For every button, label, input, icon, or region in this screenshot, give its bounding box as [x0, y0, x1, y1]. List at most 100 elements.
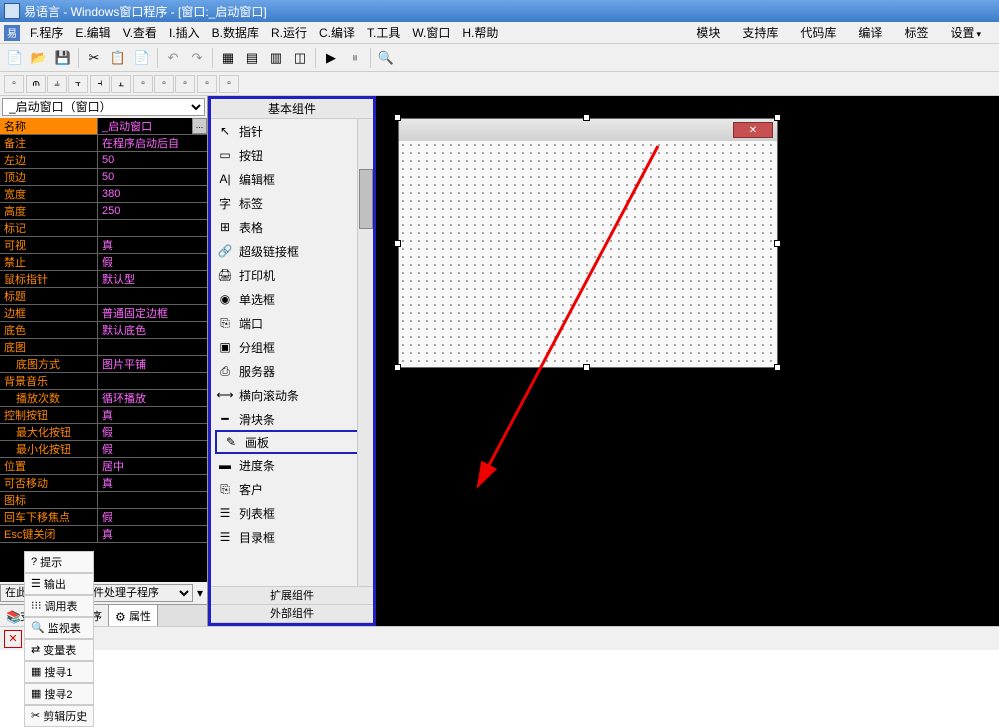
menu-right-item[interactable]: 编译 [852, 22, 888, 43]
selection-handle[interactable] [774, 364, 781, 371]
property-more-button[interactable]: ... [192, 118, 207, 134]
object-selector[interactable]: _启动窗口（窗口） [2, 98, 205, 116]
property-value[interactable] [98, 373, 207, 389]
menu-right-item[interactable]: 代码库 [794, 22, 842, 43]
menu-right-item[interactable]: 支持库 [736, 22, 784, 43]
component-item[interactable]: ▬进度条 [211, 453, 373, 477]
component-list[interactable]: ↖指针▭按钮A|编辑框字标签⊞表格🔗超级链接框🖨打印机◉单选框⎘端口▣分组框⎙服… [211, 119, 373, 586]
component-item[interactable]: ▭按钮 [211, 143, 373, 167]
property-row[interactable]: 标记 [0, 220, 207, 237]
property-value[interactable] [98, 220, 207, 236]
bottom-tab[interactable]: ✂剪辑历史 [24, 705, 94, 727]
property-value[interactable]: 真 [98, 407, 207, 423]
pause-button[interactable]: ⏸ [344, 47, 366, 69]
layout1-button[interactable]: ▦ [217, 47, 239, 69]
property-row[interactable]: 左边50 [0, 152, 207, 169]
layout3-button[interactable]: ▥ [265, 47, 287, 69]
property-value[interactable]: 50 [98, 169, 207, 185]
property-row[interactable]: 控制按钮真 [0, 407, 207, 424]
property-value[interactable]: 380 [98, 186, 207, 202]
component-item[interactable]: 字标签 [211, 191, 373, 215]
property-value[interactable]: 假 [98, 441, 207, 457]
component-item[interactable]: ◉单选框 [211, 287, 373, 311]
bottom-tab[interactable]: ☰输出 [24, 573, 94, 595]
menu-item[interactable]: E.编辑 [69, 24, 116, 42]
bottom-tab[interactable]: ▦搜寻1 [24, 661, 94, 683]
property-value[interactable] [98, 339, 207, 355]
property-row[interactable]: 图标 [0, 492, 207, 509]
component-item[interactable]: ▣分组框 [211, 335, 373, 359]
find-button[interactable]: 🔍 [375, 47, 397, 69]
property-row[interactable]: 位置居中 [0, 458, 207, 475]
component-item[interactable]: ✎画板 [215, 430, 369, 454]
selection-handle[interactable] [394, 240, 401, 247]
property-value[interactable]: 居中 [98, 458, 207, 474]
align8-button[interactable]: ▫ [154, 75, 174, 93]
undo-button[interactable]: ↶ [162, 47, 184, 69]
property-row[interactable]: 名称_启动窗口... [0, 118, 207, 135]
property-row[interactable]: 标题 [0, 288, 207, 305]
design-canvas[interactable]: ✕ [380, 100, 999, 626]
property-value[interactable]: 默认型 [98, 271, 207, 287]
property-row[interactable]: 边框普通固定边框 [0, 305, 207, 322]
left-tab[interactable]: ⚙属性 [109, 605, 158, 626]
new-button[interactable]: 📄 [4, 47, 26, 69]
save-button[interactable]: 💾 [52, 47, 74, 69]
menu-item[interactable]: F.程序 [24, 24, 69, 42]
align11-button[interactable]: ▫ [219, 75, 239, 93]
component-item[interactable]: ☰目录框 [211, 525, 373, 549]
property-value[interactable]: _启动窗口 [98, 118, 192, 134]
selection-handle[interactable] [583, 114, 590, 121]
component-item[interactable]: ⎙服务器 [211, 359, 373, 383]
designed-window-body[interactable] [399, 141, 777, 367]
run-button[interactable]: ▶ [320, 47, 342, 69]
align10-button[interactable]: ▫ [197, 75, 217, 93]
cut-button[interactable]: ✂ [83, 47, 105, 69]
component-item[interactable]: ↖指针 [211, 119, 373, 143]
property-value[interactable]: 真 [98, 475, 207, 491]
component-item[interactable]: ⟷横向滚动条 [211, 383, 373, 407]
property-value[interactable]: 假 [98, 424, 207, 440]
property-value[interactable]: 假 [98, 254, 207, 270]
property-value[interactable]: 默认底色 [98, 322, 207, 338]
selection-handle[interactable] [583, 364, 590, 371]
property-value[interactable]: 真 [98, 237, 207, 253]
component-category-tab[interactable]: 扩展组件 [211, 587, 373, 605]
close-tab-button[interactable]: ✕ [4, 630, 22, 648]
selection-handle[interactable] [774, 114, 781, 121]
property-row[interactable]: 高度250 [0, 203, 207, 220]
component-item[interactable]: A|编辑框 [211, 167, 373, 191]
menu-item[interactable]: R.运行 [265, 24, 313, 42]
menu-right-item[interactable]: 模块 [690, 22, 726, 43]
property-grid[interactable]: 名称_启动窗口...备注在程序启动后自左边50顶边50宽度380高度250标记可… [0, 118, 207, 582]
menu-item[interactable]: B.数据库 [206, 24, 265, 42]
copy-button[interactable]: 📋 [107, 47, 129, 69]
property-row[interactable]: 顶边50 [0, 169, 207, 186]
align5-button[interactable]: ⫞ [90, 75, 110, 93]
property-row[interactable]: 备注在程序启动后自 [0, 135, 207, 152]
property-row[interactable]: 回车下移焦点假 [0, 509, 207, 526]
bottom-tab[interactable]: ⁝⁝⁝调用表 [24, 595, 94, 617]
align4-button[interactable]: ⫟ [68, 75, 88, 93]
property-value[interactable]: 假 [98, 509, 207, 525]
property-row[interactable]: 背景音乐 [0, 373, 207, 390]
menu-item[interactable]: I.插入 [163, 24, 206, 42]
bottom-tab[interactable]: ?提示 [24, 551, 94, 573]
menu-item[interactable]: C.编译 [313, 24, 361, 42]
property-row[interactable]: Esc键关闭真 [0, 526, 207, 543]
property-row[interactable]: 底图 [0, 339, 207, 356]
align6-button[interactable]: ⫠ [111, 75, 131, 93]
property-value[interactable]: 250 [98, 203, 207, 219]
redo-button[interactable]: ↷ [186, 47, 208, 69]
menu-item[interactable]: W.窗口 [406, 24, 456, 42]
property-row[interactable]: 底图方式图片平铺 [0, 356, 207, 373]
menu-item[interactable]: H.帮助 [456, 24, 504, 42]
property-value[interactable]: 真 [98, 526, 207, 542]
property-row[interactable]: 可否移动真 [0, 475, 207, 492]
property-value[interactable]: 图片平铺 [98, 356, 207, 372]
bottom-tab[interactable]: ⇄变量表 [24, 639, 94, 661]
component-item[interactable]: ⊞表格 [211, 215, 373, 239]
component-category-tab[interactable]: 外部组件 [211, 605, 373, 623]
property-row[interactable]: 播放次数循环播放 [0, 390, 207, 407]
component-item[interactable]: 🔗超级链接框 [211, 239, 373, 263]
